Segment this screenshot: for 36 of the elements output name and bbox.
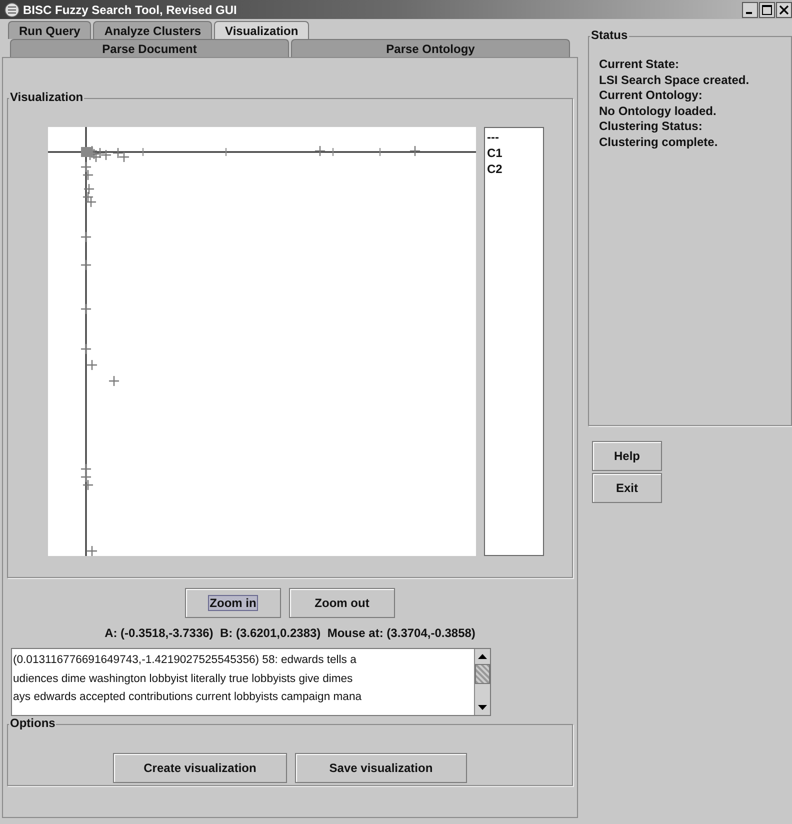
side-button[interactable]: Exit	[592, 473, 662, 503]
tab[interactable]: Run Query	[8, 21, 92, 39]
status-text: LSI Search Space created.	[599, 72, 750, 88]
status-text: Current State:	[599, 57, 680, 72]
cluster-list[interactable]: --- C1 C2	[484, 127, 544, 556]
status-text: Clustering Status:	[599, 119, 704, 134]
tab[interactable]: Parse Ontology	[291, 39, 570, 57]
output-line: ays edwards accepted contributions current lobbyists campaign mana	[13, 690, 363, 705]
list-item[interactable]: C2	[487, 162, 543, 177]
visualization-button[interactable]: Create visualization	[113, 753, 287, 783]
zoom-button[interactable]: Zoom out	[289, 588, 395, 618]
status-text: No Ontology loaded.	[599, 104, 718, 119]
tab[interactable]: Parse Document	[10, 39, 289, 57]
group-title: Options	[9, 716, 56, 730]
output-line: (0.013116776691649743,-1.4219027525545356) 58: edwards tells a	[13, 653, 358, 668]
visualization-button[interactable]: Save visualization	[295, 753, 467, 783]
coordinates-text: A: (-0.3518,-3.7336) B: (3.6201,0.2383) Mouse at: (3.3704,-0.3858)	[104, 626, 476, 640]
status-text: Clustering complete.	[599, 134, 719, 150]
group-title: Status	[590, 28, 629, 42]
status-text: Current Ontology:	[599, 88, 704, 104]
group-title: Visualization	[9, 90, 84, 104]
scrollbar[interactable]	[474, 649, 490, 715]
list-item[interactable]: C1	[487, 146, 543, 161]
window-title: BISC Fuzzy Search Tool, Revised GUI	[23, 2, 238, 16]
maximize-icon[interactable]	[759, 2, 775, 18]
tab[interactable]: Visualization	[214, 21, 310, 39]
output-line: udiences dime washington lobbyist literally true lobbyists give dimes	[13, 672, 354, 686]
zoom-button[interactable]: Zoom in	[185, 588, 281, 618]
app-icon	[4, 2, 20, 18]
list-item[interactable]: ---	[487, 130, 543, 145]
scroll-thumb[interactable]	[475, 664, 490, 684]
close-icon[interactable]	[776, 2, 792, 18]
minimize-icon[interactable]	[742, 2, 758, 18]
tab[interactable]: Analyze Clusters	[93, 21, 212, 39]
side-button[interactable]: Help	[592, 441, 662, 471]
output-text-area[interactable]: (0.013116776691649743,-1.4219027525545356) 58: edwards tells a udiences dime washington lobbyist literally true lobbyists give dimes ays edwards accepted contributions current lobbyists campaign mana	[11, 648, 491, 716]
